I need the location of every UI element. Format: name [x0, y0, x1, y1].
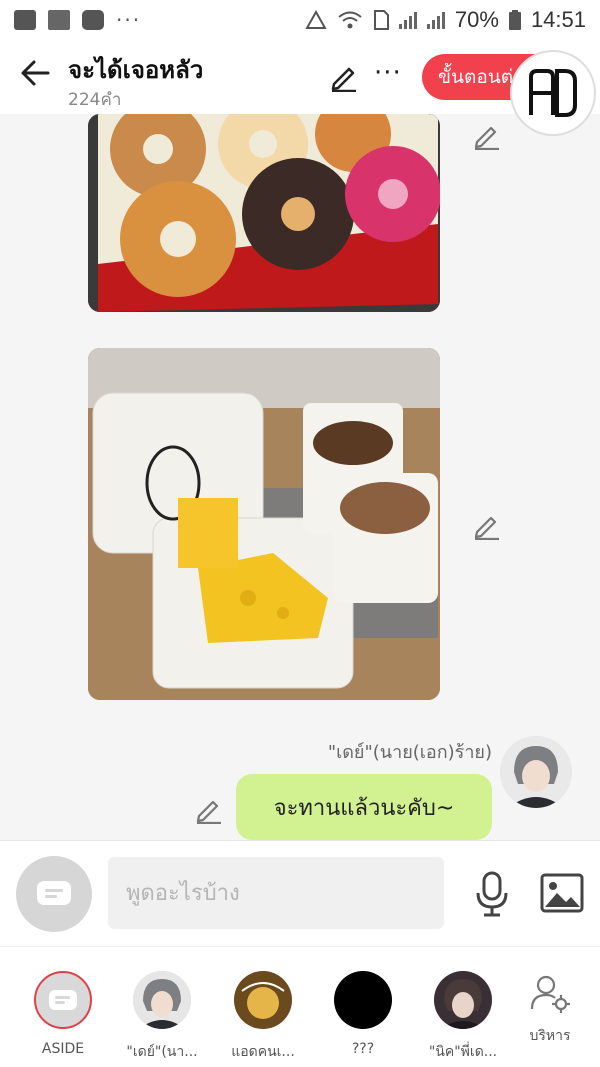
author-logo[interactable] — [510, 50, 596, 136]
character-avatar-icon — [234, 971, 292, 1029]
character-avatar-icon — [133, 971, 191, 1029]
chat-bubble[interactable]: จะทานแล้วนะคับ~ — [236, 774, 492, 840]
cheese-coffee-image — [88, 348, 440, 700]
clock: 14:51 — [530, 7, 586, 32]
nav-item-character-4[interactable]: "นิค"พี่เด... — [413, 947, 513, 1067]
nav-label: แอดคนเ... — [231, 1044, 295, 1060]
chat-bubble-icon — [49, 990, 77, 1010]
nav-label: "นิค"พี่เด... — [428, 1044, 498, 1060]
edit-pencil-icon[interactable] — [472, 510, 502, 540]
character-bar: ASIDE "เดย์"(นา... แอดคนเ... ??? "นิค"พี… — [0, 946, 600, 1067]
character-avatar-icon — [500, 736, 572, 808]
wifi-icon — [338, 11, 362, 29]
story-title: จะได้เจอหลัว — [68, 56, 204, 84]
cleaner-icon — [48, 10, 70, 30]
nav-label: ASIDE — [41, 1041, 85, 1057]
nav-item-manage[interactable]: บริหาร — [500, 947, 600, 1067]
gallery-icon — [14, 10, 36, 30]
chat-bubble-icon — [37, 881, 71, 905]
character-avatar-icon — [434, 971, 492, 1029]
character-avatar — [434, 971, 492, 1029]
donut-photo[interactable] — [88, 114, 440, 312]
recycle-icon — [305, 10, 327, 29]
signal-icon — [398, 11, 417, 29]
back-arrow-icon[interactable] — [18, 56, 52, 90]
more-options-icon[interactable]: ··· — [374, 58, 402, 88]
character-avatar — [133, 971, 191, 1029]
input-bar — [0, 840, 600, 946]
status-bar: ··· 70% 14:51 — [0, 0, 600, 40]
battery-icon — [508, 10, 521, 30]
image-icon[interactable] — [540, 873, 584, 913]
edit-pencil-icon[interactable] — [472, 120, 502, 150]
sender-name: "เดย์"(นาย(เอก)ร้าย) — [327, 742, 492, 763]
ad-logo-icon — [529, 69, 577, 117]
nav-label: บริหาร — [529, 1028, 571, 1044]
edit-pencil-icon[interactable] — [328, 60, 360, 92]
nav-item-character-1[interactable]: "เดย์"(นา... — [112, 947, 212, 1067]
donut-image — [88, 114, 440, 312]
edit-pencil-icon[interactable] — [194, 794, 224, 824]
sender-avatar[interactable] — [500, 736, 572, 808]
nav-label: "เดย์"(นา... — [126, 1044, 198, 1060]
nav-item-character-3[interactable]: ??? — [313, 947, 413, 1067]
character-select-button[interactable] — [16, 856, 92, 932]
character-avatar — [334, 971, 392, 1029]
character-avatar — [234, 971, 292, 1029]
nav-item-aside[interactable]: ASIDE — [13, 947, 113, 1067]
microphone-icon[interactable] — [474, 871, 510, 917]
youtube-icon — [82, 10, 104, 30]
aside-avatar — [34, 971, 92, 1029]
word-count: 224คำ — [68, 90, 122, 110]
message-input[interactable] — [108, 857, 444, 929]
signal-icon-2 — [426, 11, 445, 29]
cheese-coffee-photo[interactable] — [88, 348, 440, 700]
sim-icon — [373, 10, 389, 30]
battery-percent: 70% — [454, 7, 499, 32]
manage-person-gear-icon — [530, 975, 570, 1013]
more-notifications-icon: ··· — [116, 8, 142, 32]
nav-label: ??? — [351, 1041, 375, 1057]
chat-header: จะได้เจอหลัว 224คำ ··· ขั้นตอนต่อไป — [0, 40, 600, 114]
nav-item-character-2[interactable]: แอดคนเ... — [213, 947, 313, 1067]
